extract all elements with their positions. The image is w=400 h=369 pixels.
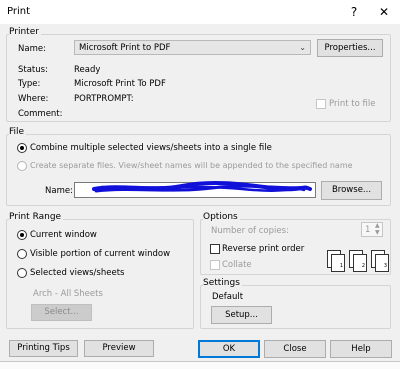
visible-portion-radio[interactable] <box>17 249 27 259</box>
type-value: Microsoft Print To PDF <box>74 79 166 89</box>
selected-views-label: Selected views/sheets <box>30 268 125 278</box>
browse-button[interactable]: Browse... <box>321 181 382 200</box>
copies-value: 1 <box>365 225 371 235</box>
reverse-order-checkbox[interactable] <box>210 244 220 254</box>
selected-views-radio[interactable] <box>17 268 27 278</box>
status-value: Ready <box>74 65 101 75</box>
comment-label: Comment: <box>18 109 63 119</box>
collate-preview-icon: 1 2 3 <box>327 250 389 274</box>
printer-name-value: Microsoft Print to PDF <box>79 43 171 53</box>
printer-name-label: Name: <box>18 44 46 54</box>
help-icon[interactable]: ? <box>340 1 368 23</box>
view-set-label: Arch - All Sheets <box>33 289 103 299</box>
redaction-scribble <box>92 180 312 193</box>
setup-button[interactable]: Setup... <box>211 306 272 324</box>
collate-checkbox[interactable] <box>210 260 220 270</box>
settings-group-label: Settings <box>203 278 242 288</box>
properties-button[interactable]: Properties... <box>317 39 383 57</box>
visible-portion-label: Visible portion of current window <box>30 249 171 259</box>
reverse-order-label: Reverse print order <box>222 244 305 254</box>
title-bar: Print ? ✕ <box>0 0 400 24</box>
printer-name-select[interactable]: Microsoft Print to PDF ⌄ <box>74 40 311 55</box>
window-title: Print <box>7 6 31 17</box>
current-window-label: Current window <box>30 230 97 240</box>
current-window-radio[interactable] <box>17 230 27 240</box>
chevron-down-icon: ⌄ <box>299 43 306 52</box>
settings-current-value: Default <box>212 292 244 302</box>
combine-files-label: Combine multiple selected views/sheets i… <box>30 143 272 153</box>
file-group-label: File <box>9 127 27 137</box>
stepper-up-icon[interactable]: ▲ <box>375 222 380 229</box>
status-label: Status: <box>18 65 48 75</box>
copies-label: Number of copies: <box>211 226 289 236</box>
close-button[interactable]: Close <box>264 340 326 358</box>
separate-files-label: Create separate files. View/sheet names … <box>30 161 353 170</box>
where-value: PORTPROMPT: <box>74 94 134 104</box>
options-group-label: Options <box>203 212 240 222</box>
printer-group-label: Printer <box>9 27 41 37</box>
copies-stepper[interactable]: 1 ▲ ▼ <box>361 222 383 237</box>
where-label: Where: <box>18 94 49 104</box>
separate-files-radio[interactable] <box>17 161 27 171</box>
ok-button[interactable]: OK <box>198 340 260 358</box>
print-to-file-checkbox[interactable] <box>316 99 326 109</box>
help-button[interactable]: Help <box>330 340 392 358</box>
preview-button[interactable]: Preview <box>84 340 154 357</box>
select-button[interactable]: Select... <box>31 304 92 321</box>
print-range-group-label: Print Range <box>9 212 64 222</box>
close-icon[interactable]: ✕ <box>370 1 398 23</box>
print-dialog: Print ? ✕ Printer Name: Microsoft Print … <box>0 0 400 369</box>
print-to-file-label: Print to file <box>329 99 376 109</box>
stepper-down-icon[interactable]: ▼ <box>375 229 380 236</box>
printing-tips-button[interactable]: Printing Tips <box>9 340 78 357</box>
file-name-label: Name: <box>45 186 73 196</box>
background-app-strip <box>0 361 400 369</box>
collate-label: Collate <box>222 260 252 270</box>
combine-files-radio[interactable] <box>17 143 27 153</box>
type-label: Type: <box>18 79 41 89</box>
